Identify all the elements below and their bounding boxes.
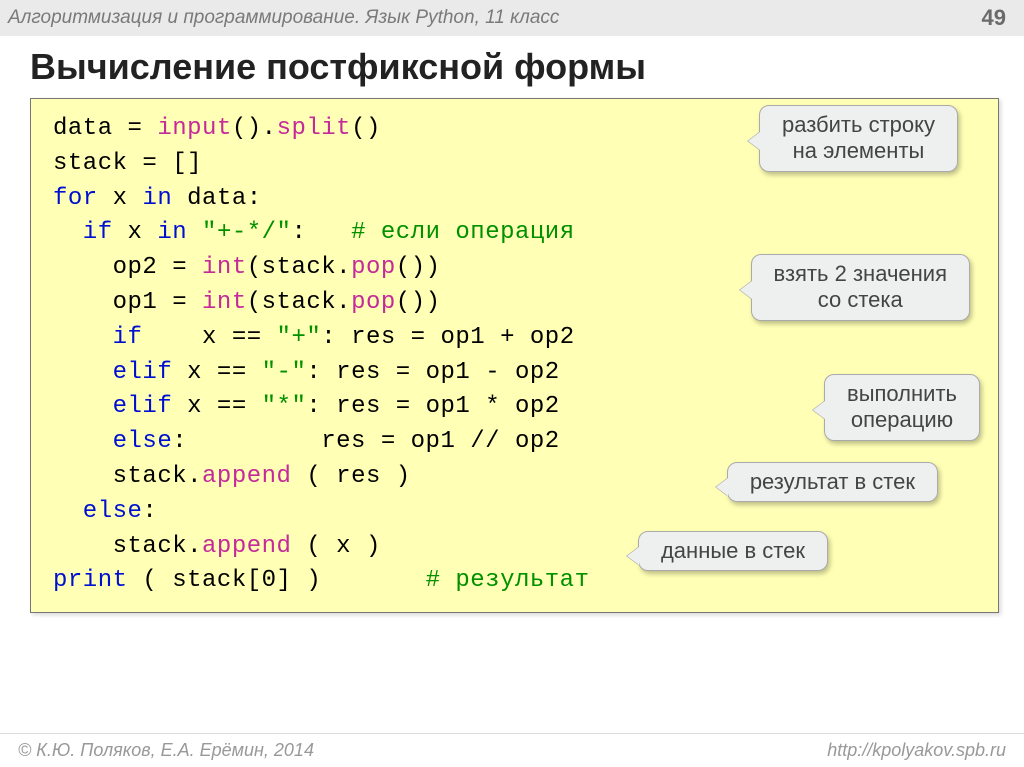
footer: © К.Ю. Поляков, Е.А. Ерёмин, 2014 http:/… — [0, 733, 1024, 767]
footer-link: http://kpolyakov.spb.ru — [827, 740, 1006, 761]
callout-push-res: результат в стек — [727, 462, 938, 502]
page-title: Вычисление постфиксной формы — [0, 36, 1024, 98]
code-listing: data = input().split() stack = [] for x … — [53, 112, 978, 599]
copyright: © К.Ю. Поляков, Е.А. Ерёмин, 2014 — [18, 740, 314, 761]
callout-split: разбить строкуна элементы — [759, 105, 958, 172]
callout-push-data: данные в стек — [638, 531, 828, 571]
page-number: 49 — [982, 5, 1006, 31]
code-block: data = input().split() stack = [] for x … — [30, 98, 999, 613]
breadcrumb: Алгоритмизация и программирование. Язык … — [8, 7, 559, 29]
callout-pop: взять 2 значениясо стека — [751, 254, 970, 321]
callout-exec: выполнитьоперацию — [824, 374, 980, 441]
header-bar: Алгоритмизация и программирование. Язык … — [0, 0, 1024, 36]
